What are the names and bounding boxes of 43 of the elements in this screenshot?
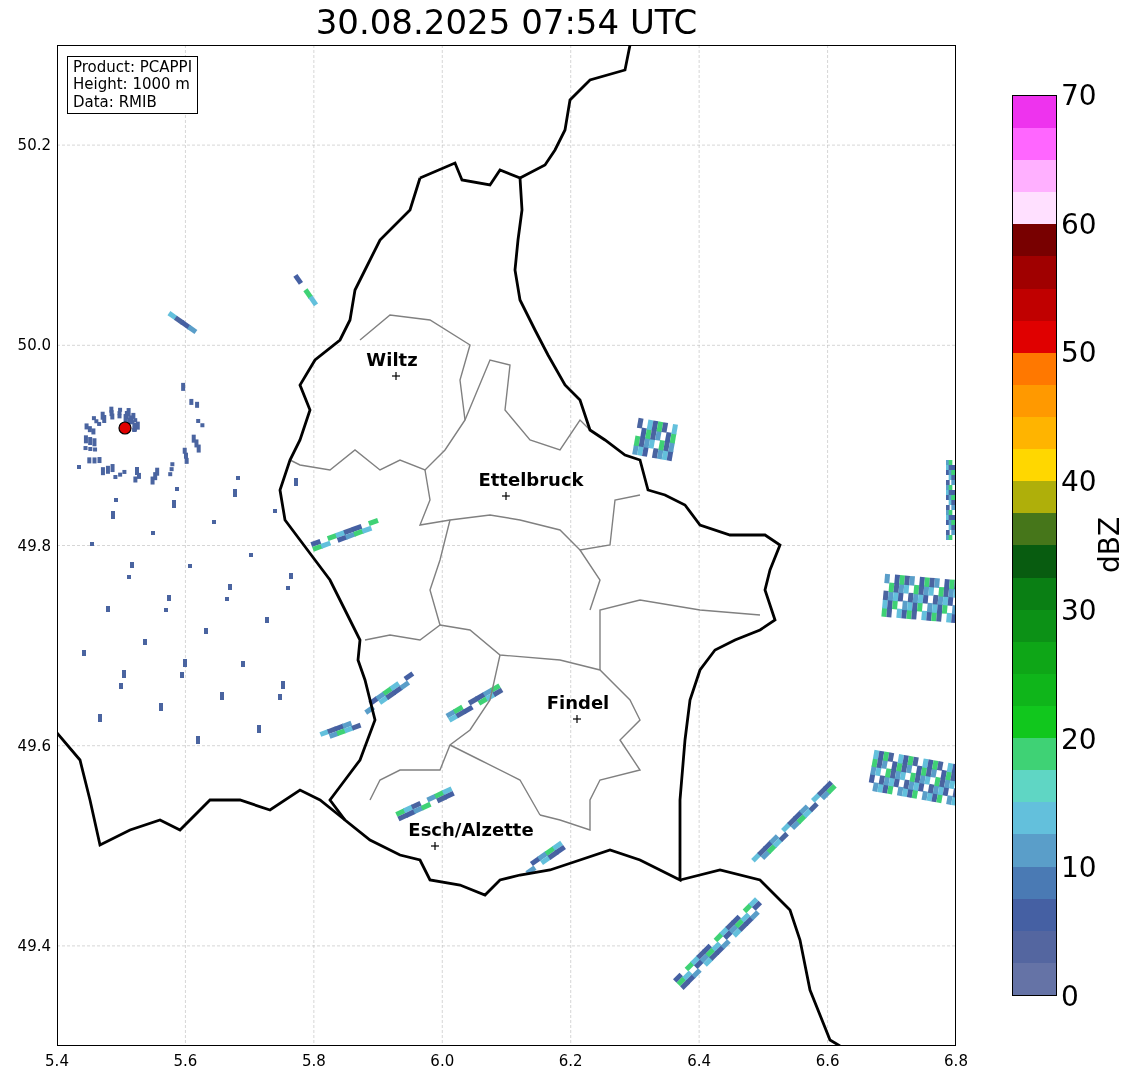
x-tick-label: 6.6: [815, 1052, 840, 1070]
y-tick-label: 50.2: [17, 136, 51, 155]
city-marker: [501, 491, 511, 501]
y-tick-label: 50.0: [17, 336, 51, 355]
y-tick-label: 49.4: [17, 936, 51, 955]
city-label: Ettelbruck: [478, 469, 584, 490]
x-tick-label: 5.8: [301, 1052, 326, 1070]
x-tick-label: 6.4: [687, 1052, 712, 1070]
colorbar-tick-label: 70: [1061, 78, 1097, 112]
radar-echo: [445, 683, 504, 723]
x-tick-label: 6.2: [558, 1052, 583, 1070]
colorbar-tick-label: 40: [1061, 464, 1097, 498]
radar-echo: [167, 311, 198, 335]
colorbar-tick-label: 50: [1061, 335, 1097, 369]
colorbar-tick-label: 0: [1061, 979, 1079, 1013]
info-text: Data: RMIB: [73, 93, 158, 111]
x-tick-label: 6.8: [944, 1052, 968, 1070]
info-text: Height: 1000 m: [73, 76, 191, 94]
colorbar-tick-label: 60: [1061, 207, 1097, 241]
chart-title: 30.08.2025 07:54 UTC: [315, 3, 698, 42]
city-marker: [430, 841, 440, 851]
y-tick-label: 49.6: [17, 736, 51, 755]
radar-echo: [632, 417, 678, 462]
radar-echo: [293, 273, 319, 307]
y-tick-label: 49.8: [17, 536, 51, 555]
city-marker: [391, 371, 401, 381]
city-marker: [572, 714, 582, 724]
radar-echo: [319, 720, 362, 739]
colorbar-tick-label: 20: [1061, 722, 1097, 756]
radar-echo: [310, 518, 379, 552]
city-label: Wiltz: [366, 349, 418, 370]
info-text: Product: PCAPPI: [73, 59, 193, 77]
city-label: Esch/Alzette: [408, 819, 534, 840]
x-tick-label: 6.0: [430, 1052, 455, 1070]
colorbar-tick-label: 30: [1061, 593, 1097, 627]
city-label: Findel: [546, 692, 610, 713]
x-tick-label: 5.6: [173, 1052, 198, 1070]
x-tick-label: 5.4: [45, 1052, 69, 1070]
radar-echo: [364, 671, 415, 715]
radar-site-marker: [118, 421, 132, 435]
colorbar-label: dBZ: [1092, 516, 1126, 574]
colorbar-tick-label: 10: [1061, 850, 1097, 884]
radar-echo: [395, 786, 455, 822]
